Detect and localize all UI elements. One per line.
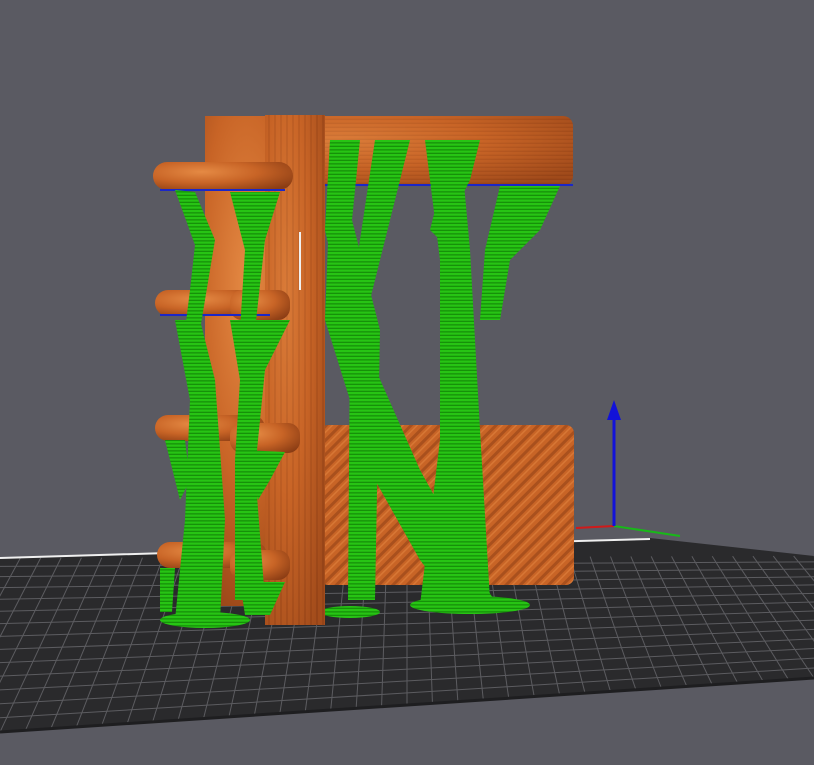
front-column-layers — [265, 115, 325, 625]
y-axis — [613, 525, 681, 537]
3d-viewport[interactable] — [0, 0, 814, 765]
support-branch-3 — [480, 186, 560, 320]
arrow-up-icon — [607, 400, 621, 420]
model-front-plate — [265, 115, 325, 625]
support-base-1 — [410, 596, 530, 614]
scene-canvas[interactable] — [0, 0, 814, 765]
axes-gizmo — [575, 400, 681, 537]
x-axis — [575, 525, 615, 529]
peg-1 — [153, 162, 293, 190]
support-base-left — [160, 612, 250, 628]
support-base-2 — [320, 606, 380, 618]
